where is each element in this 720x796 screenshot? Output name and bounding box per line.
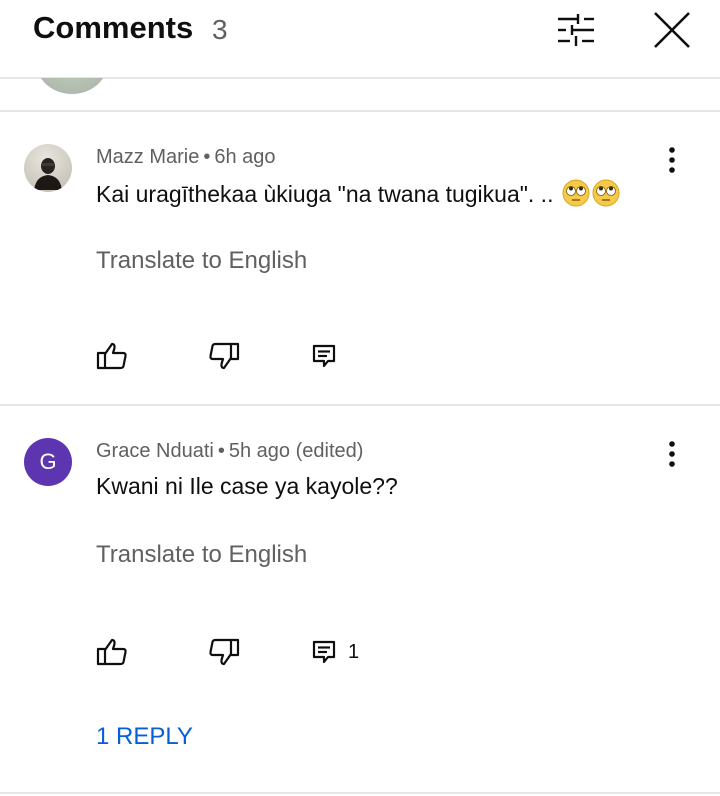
previous-comment-peek	[0, 78, 720, 110]
more-vertical-icon	[669, 147, 675, 173]
reply-count: 1	[348, 641, 360, 663]
comment-icon	[312, 344, 336, 368]
view-replies-link[interactable]: 1 REPLY	[96, 723, 193, 751]
rolling-eyes-icon	[562, 179, 590, 207]
thumbs-down-icon	[209, 342, 240, 370]
comment-body: Kai uragīthekaa ùkiuga "na twana tugikua…	[96, 181, 554, 207]
thumbs-up-icon	[96, 342, 127, 370]
thumbs-up-icon	[96, 638, 127, 666]
comment-icon	[312, 640, 336, 664]
comment-time: 6h ago	[214, 146, 276, 168]
sliders-icon	[558, 14, 594, 46]
reply-button[interactable]	[304, 336, 344, 376]
comment-meta: Mazz Marie • 6h ago	[96, 146, 276, 169]
close-icon	[654, 12, 690, 48]
header-title: Comments	[33, 10, 194, 45]
comments-header: Comments 3	[0, 0, 720, 78]
author-name[interactable]: Mazz Marie	[96, 146, 199, 168]
avatar	[36, 78, 108, 94]
translate-link[interactable]: Translate to English	[96, 247, 307, 275]
avatar[interactable]: G	[24, 438, 72, 486]
comment-time: 5h ago	[228, 440, 291, 462]
rolling-eyes-icon	[592, 179, 620, 207]
like-button[interactable]	[92, 632, 132, 672]
comment-meta: Grace Nduati • 5h ago (edited)	[96, 440, 363, 463]
comment-item: G Grace Nduati • 5h ago (edited) Kwani ni …	[0, 406, 720, 794]
like-button[interactable]	[92, 336, 132, 376]
filter-sort-button[interactable]	[552, 8, 600, 52]
comment-item: Mazz Marie • 6h ago Kai uragīthekaa ùkiuga…	[0, 112, 720, 404]
edited-label: (edited)	[295, 440, 364, 462]
more-vertical-icon	[669, 441, 675, 467]
avatar[interactable]	[24, 144, 72, 192]
close-button[interactable]	[648, 6, 696, 54]
comment-text: Kwani ni Ile case ya kayole??	[96, 473, 398, 499]
comment-text: Kai uragīthekaa ùkiuga "na twana tugikua…	[96, 179, 620, 208]
more-options-button[interactable]	[656, 434, 688, 474]
dislike-button[interactable]	[204, 632, 244, 672]
reply-button[interactable]	[304, 632, 344, 672]
meta-separator: •	[203, 146, 211, 168]
translate-link[interactable]: Translate to English	[96, 541, 307, 569]
thumbs-down-icon	[209, 638, 240, 666]
comment-divider	[0, 792, 720, 794]
comment-count: 3	[212, 14, 228, 45]
dislike-button[interactable]	[204, 336, 244, 376]
person-photo-icon	[34, 158, 62, 190]
meta-separator: •	[217, 440, 225, 462]
rolling-eyes-emoji	[553, 179, 620, 207]
author-name[interactable]: Grace Nduati	[96, 440, 214, 462]
more-options-button[interactable]	[656, 140, 688, 180]
